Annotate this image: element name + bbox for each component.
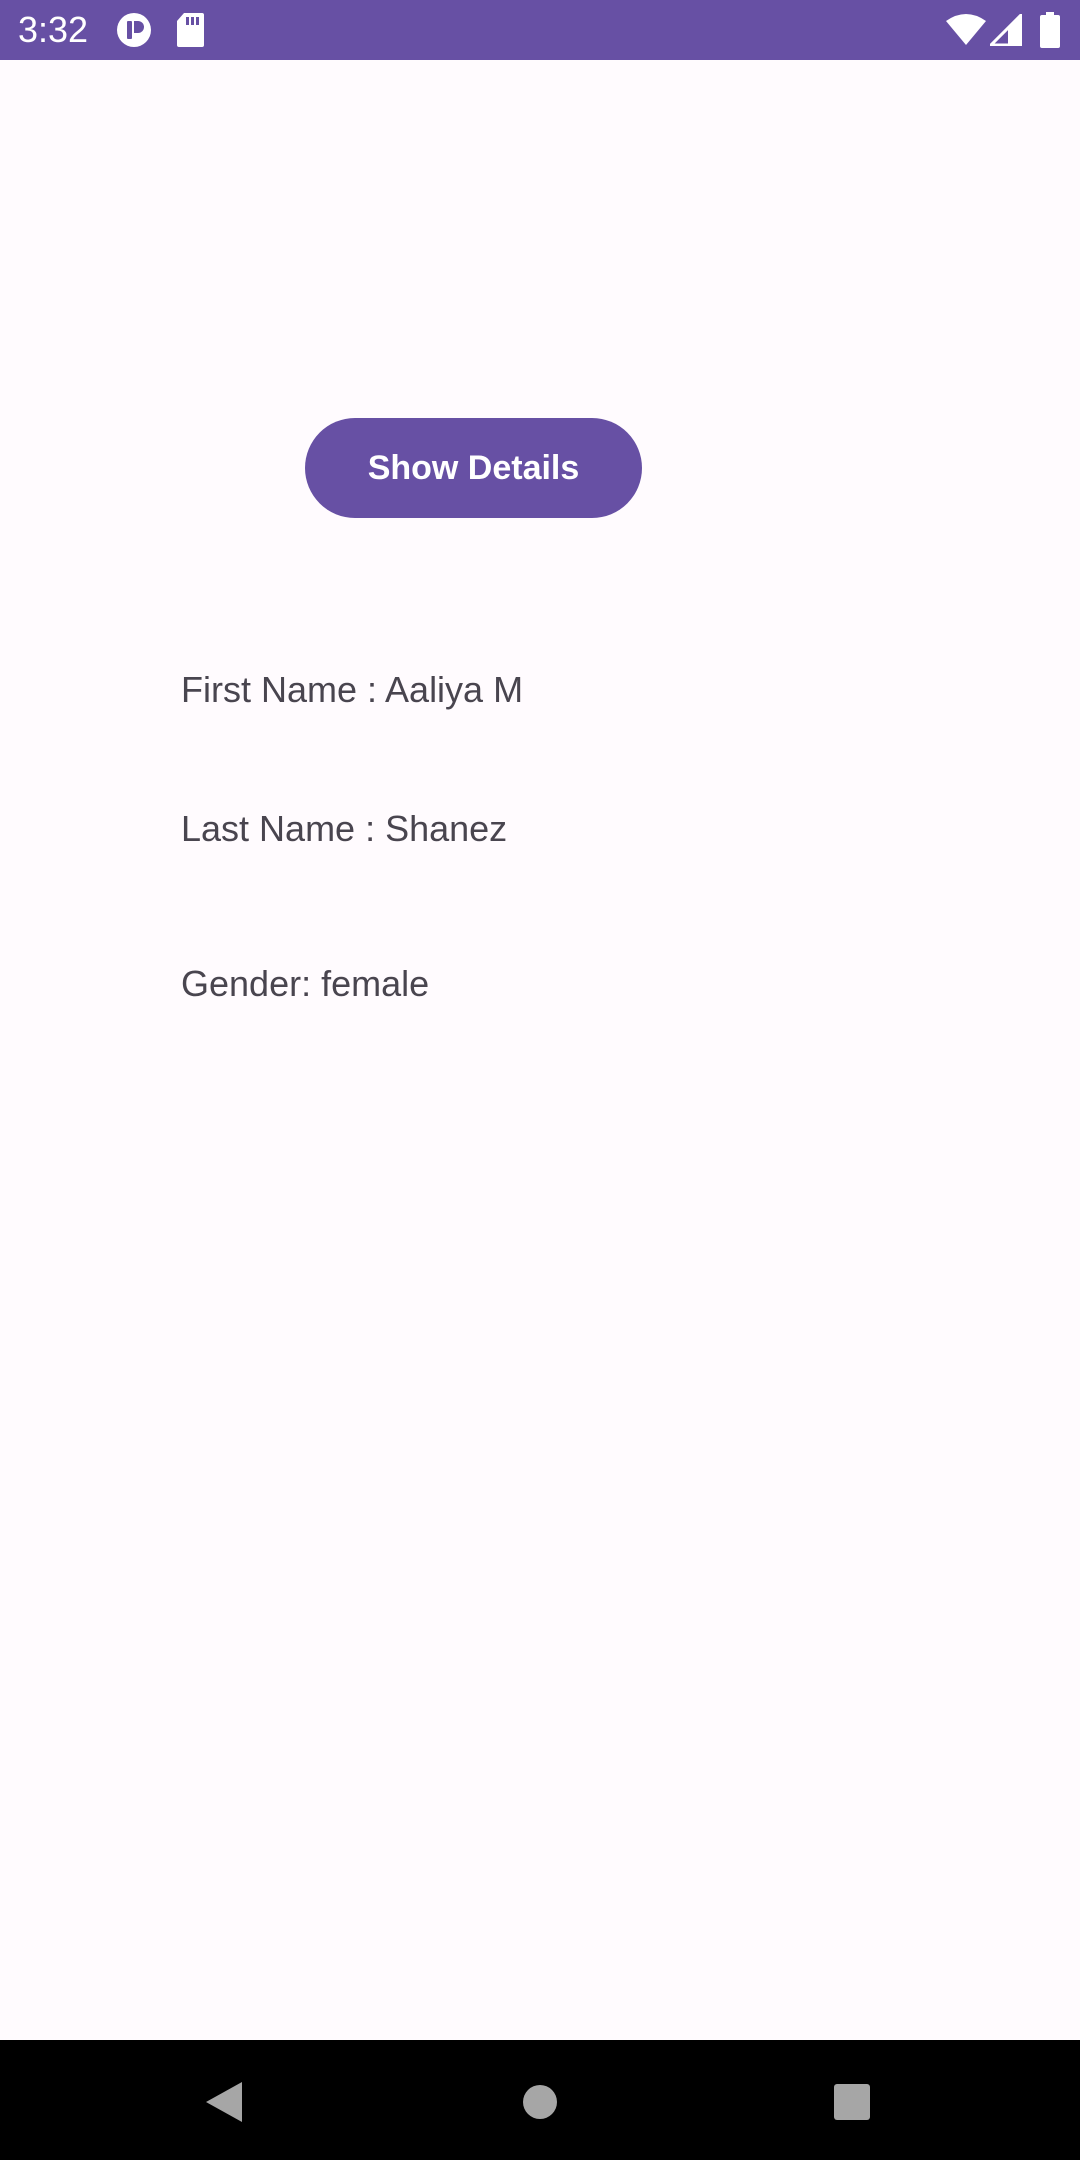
recents-icon[interactable] (834, 2084, 870, 2120)
last-name-text: Last Name : Shanez (181, 808, 508, 849)
navigation-bar (0, 2040, 1080, 2160)
battery-icon (1040, 12, 1060, 48)
wifi-icon (946, 14, 986, 45)
show-details-button[interactable]: Show Details (305, 418, 642, 518)
status-bar: 3:32 (0, 0, 1080, 60)
app-notification-icon (117, 13, 151, 47)
app-screen: 3:32 Show Details First Name : Aaliya M … (0, 0, 1080, 2160)
status-time: 3:32 (18, 9, 89, 50)
cell-signal-icon (990, 14, 1022, 46)
home-icon[interactable] (522, 2084, 558, 2120)
sd-card-icon (177, 13, 204, 47)
back-icon[interactable] (204, 2080, 244, 2124)
first-name-text: First Name : Aaliya M (181, 669, 524, 710)
gender-text: Gender: female (181, 963, 430, 1004)
